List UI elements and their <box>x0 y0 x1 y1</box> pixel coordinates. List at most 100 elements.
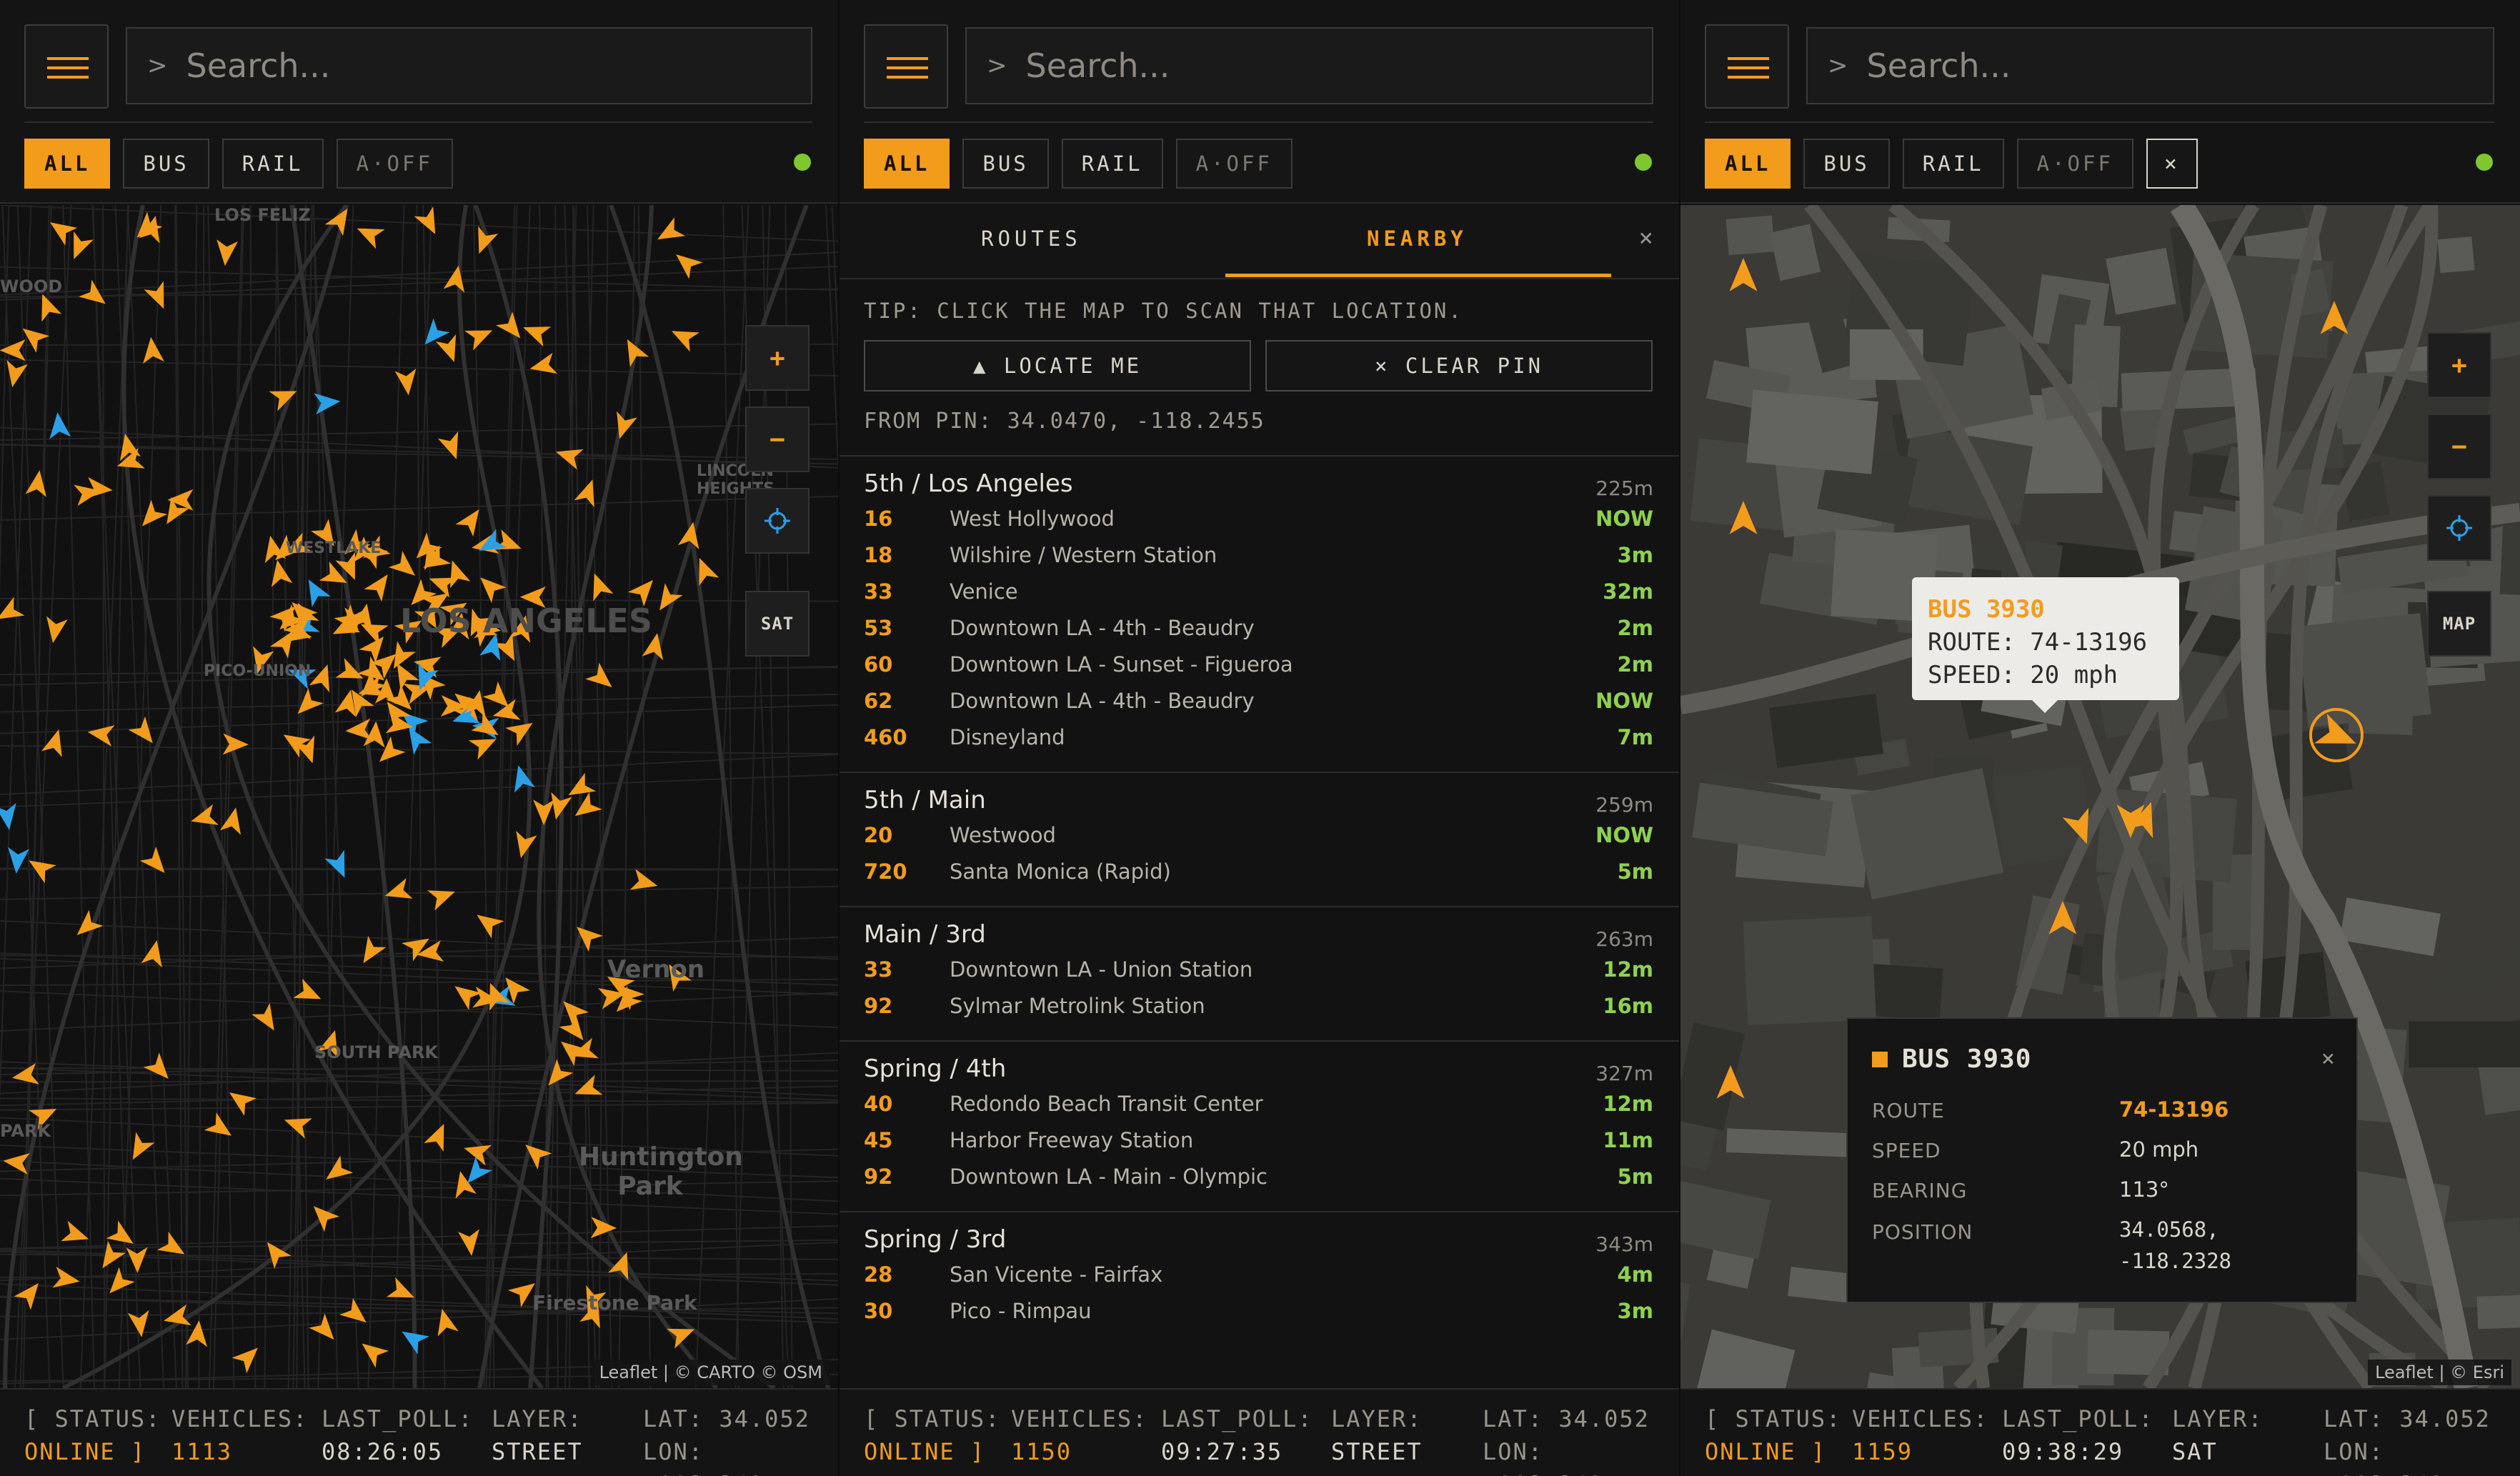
filter-chips: ALL BUS RAIL A·OFF <box>864 139 1293 189</box>
zoom-out-button[interactable]: − <box>2427 414 2491 479</box>
map-label: Firestone Park <box>532 1291 697 1315</box>
tab-nearby[interactable]: NEARBY <box>1367 226 1468 251</box>
close-panel-button[interactable]: × <box>1639 224 1653 252</box>
route-row[interactable]: 20 Westwood NOW <box>864 823 1653 859</box>
map-label: PICO-UNION <box>204 662 312 680</box>
layer-value: SAT <box>2172 1438 2218 1465</box>
route-number: 33 <box>864 579 893 604</box>
last-poll-label: LAST_POLL: <box>2002 1405 2154 1432</box>
stop-distance: 263m <box>1595 927 1653 951</box>
route-row[interactable]: 45 Harbor Freeway Station 11m <box>864 1128 1653 1165</box>
filter-rail-button[interactable]: RAIL <box>221 139 324 189</box>
route-number: 33 <box>864 957 893 982</box>
route-row[interactable]: 33 Venice 32m <box>864 579 1653 616</box>
route-eta: 5m <box>1617 1165 1653 1189</box>
zoom-out-button[interactable]: − <box>745 407 810 472</box>
route-destination: Redondo Beach Transit Center <box>950 1092 1263 1116</box>
filter-rail-button[interactable]: RAIL <box>1061 139 1163 189</box>
route-row[interactable]: 16 West Hollywood NOW <box>864 507 1653 543</box>
map-toggle-button[interactable]: MAP <box>2427 591 2491 657</box>
route-destination: Wilshire / Western Station <box>950 543 1217 567</box>
route-destination: Downtown LA - 4th - Beaudry <box>950 689 1255 713</box>
route-eta: 4m <box>1617 1262 1653 1287</box>
crosshair-icon <box>2446 515 2472 541</box>
street-map[interactable]: LOS FELIZ WOOD LINCOLN HEIGHTS LOS ANGEL… <box>0 205 838 1388</box>
stop-group[interactable]: Spring / 4th 327m 40 Redondo Beach Transit … <box>840 1040 1679 1211</box>
filter-all-button[interactable]: ALL <box>24 139 111 189</box>
clear-selection-button[interactable]: × <box>2146 139 2198 189</box>
popup-title: BUS 3930 <box>1928 595 2045 624</box>
filter-aoff-button[interactable]: A·OFF <box>2016 139 2133 189</box>
filter-bus-button[interactable]: BUS <box>962 139 1049 189</box>
layer-label: LAYER: <box>492 1405 583 1432</box>
position-lon: -118.2328 <box>2119 1249 2232 1273</box>
route-value[interactable]: 74-13196 <box>2119 1097 2228 1122</box>
menu-button[interactable] <box>1705 24 1789 109</box>
speed-value: 20 mph <box>2119 1137 2199 1162</box>
route-row[interactable]: 62 Downtown LA - 4th - Beaudry NOW <box>864 689 1653 725</box>
layer-value: STREET <box>492 1438 583 1465</box>
tab-routes[interactable]: ROUTES <box>981 226 1082 251</box>
map-label: WOOD <box>0 276 63 296</box>
stop-name: Spring / 4th <box>864 1054 1007 1083</box>
route-row[interactable]: 92 Downtown LA - Main - Olympic 5m <box>864 1165 1653 1201</box>
locate-button[interactable] <box>2427 495 2491 561</box>
route-row[interactable]: 92 Sylmar Metrolink Station 16m <box>864 994 1653 1030</box>
divider <box>864 121 1653 123</box>
filter-aoff-button[interactable]: A·OFF <box>336 139 453 189</box>
close-card-button[interactable]: × <box>2321 1044 2335 1072</box>
zoom-in-button[interactable]: + <box>745 325 810 391</box>
last-poll-label: LAST_POLL: <box>322 1405 474 1432</box>
last-poll-value: 09:38:29 <box>2002 1438 2124 1465</box>
vehicles-value: 1150 <box>1011 1438 1072 1465</box>
filter-all-button[interactable]: ALL <box>1705 139 1791 189</box>
route-number: 20 <box>864 823 893 847</box>
street-map-canvas[interactable] <box>0 205 838 1388</box>
status-label: [ STATUS: <box>864 1405 1001 1432</box>
popup-speed: SPEED: 20 mph <box>1928 661 2118 689</box>
filter-bus-button[interactable]: BUS <box>123 139 209 189</box>
route-row[interactable]: 720 Santa Monica (Rapid) 5m <box>864 859 1653 896</box>
route-row[interactable]: 460 Disneyland 7m <box>864 725 1653 762</box>
vehicle-popup[interactable]: BUS 3930 ROUTE: 74-13196 SPEED: 20 mph <box>1912 577 2179 713</box>
clear-pin-button[interactable]: × CLEAR PIN <box>1265 340 1653 392</box>
prompt-caret-icon: > <box>1828 51 1848 80</box>
search-input[interactable]: > Search... <box>965 27 1653 104</box>
map-attribution[interactable]: Leaflet | © CARTO © OSM <box>592 1360 830 1385</box>
stop-group[interactable]: Main / 3rd 263m 33 Downtown LA - Union Stat… <box>840 906 1679 1040</box>
route-row[interactable]: 60 Downtown LA - Sunset - Figueroa 2m <box>864 652 1653 689</box>
stop-group[interactable]: Spring / 3rd 343m 28 San Vicente - Fairfax 4… <box>840 1211 1679 1345</box>
locate-button[interactable] <box>745 488 810 554</box>
crosshair-icon <box>765 508 790 534</box>
filter-aoff-button[interactable]: A·OFF <box>1175 139 1293 189</box>
vehicle-detail-card: BUS 3930 × ROUTE 74-13196 SPEED 20 mph B… <box>1846 1017 2358 1303</box>
bearing-value: 113° <box>2119 1177 2169 1202</box>
route-row[interactable]: 28 San Vicente - Fairfax 4m <box>864 1262 1653 1299</box>
lon-readout: LON: -118.243 <box>2324 1438 2444 1476</box>
route-number: 30 <box>864 1299 893 1323</box>
route-row[interactable]: 33 Downtown LA - Union Station 12m <box>864 957 1653 994</box>
search-input[interactable]: > Search... <box>126 27 812 104</box>
route-eta: 7m <box>1617 725 1653 749</box>
map-label: PARK <box>0 1121 51 1141</box>
route-row[interactable]: 18 Wilshire / Western Station 3m <box>864 543 1653 579</box>
map-attribution[interactable]: Leaflet | © Esri <box>2368 1360 2511 1385</box>
route-number: 720 <box>864 859 907 884</box>
locate-me-button[interactable]: ▲ LOCATE ME <box>864 340 1251 392</box>
filter-bus-button[interactable]: BUS <box>1803 139 1890 189</box>
route-destination: Pico - Rimpau <box>950 1299 1092 1323</box>
satellite-toggle-button[interactable]: SAT <box>745 591 810 657</box>
menu-button[interactable] <box>24 24 109 109</box>
route-row[interactable]: 53 Downtown LA - 4th - Beaudry 2m <box>864 616 1653 652</box>
stop-group[interactable]: 5th / Main 259m 20 Westwood NOW 720 Santa Moni… <box>840 772 1679 906</box>
search-input[interactable]: > Search... <box>1806 27 2494 104</box>
zoom-in-button[interactable]: + <box>2427 332 2491 398</box>
filter-all-button[interactable]: ALL <box>864 139 950 189</box>
filter-rail-button[interactable]: RAIL <box>1902 139 2004 189</box>
position-label: POSITION <box>1872 1220 1973 1244</box>
stop-group[interactable]: 5th / Los Angeles 225m 16 West Hollywood NOW… <box>840 455 1679 772</box>
menu-button[interactable] <box>864 24 948 109</box>
route-row[interactable]: 30 Pico - Rimpau 3m <box>864 1299 1653 1335</box>
route-row[interactable]: 40 Redondo Beach Transit Center 12m <box>864 1092 1653 1128</box>
top-bar: > Search... ALL BUS RAIL A·OFF <box>0 0 838 204</box>
